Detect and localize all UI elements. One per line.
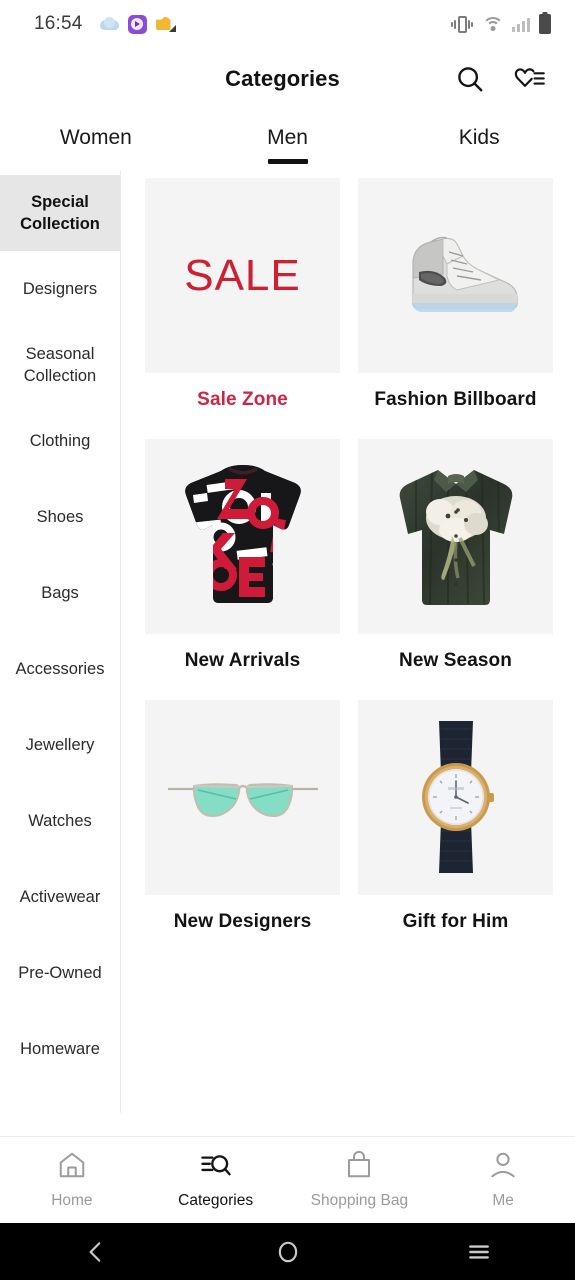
card-label-new-season: New Season — [399, 650, 512, 671]
mint-aviator-sunglasses — [145, 700, 340, 895]
sidebar-item-watches[interactable]: Watches — [0, 783, 120, 859]
sale-badge-text: SALE — [184, 250, 301, 300]
status-bar: 16:54 — [0, 0, 575, 48]
wifi-icon — [482, 16, 503, 32]
card-new-season[interactable]: New Season — [358, 439, 553, 692]
sale-text-tile: SALE — [145, 178, 340, 373]
card-label-gift-for-him: Gift for Him — [402, 911, 509, 932]
category-grid-area: SALE Sale Zone Fashion Billboard New Arr… — [121, 170, 575, 1113]
nav-item-me[interactable]: Me — [431, 1150, 575, 1210]
card-fashion-billboard[interactable]: Fashion Billboard — [358, 178, 553, 431]
card-gift-for-him[interactable]: Gift for Him — [358, 700, 553, 953]
grey-high-top-sneaker — [358, 178, 553, 373]
purple-app-icon — [127, 14, 147, 34]
nav-item-home[interactable]: Home — [0, 1150, 144, 1210]
status-bar-notification-icons — [99, 14, 176, 34]
sidebar-item-homeware[interactable]: Homeware — [0, 1011, 120, 1087]
nav-item-categories[interactable]: Categories — [144, 1150, 288, 1210]
gender-tabs: Women Men Kids — [0, 110, 575, 170]
nav-label-home: Home — [51, 1192, 93, 1209]
card-new-designers[interactable]: New Designers — [145, 700, 340, 953]
android-navigation-bar — [0, 1223, 575, 1280]
green-floral-shirt — [358, 439, 553, 634]
tab-kids[interactable]: Kids — [383, 126, 575, 154]
header-actions — [453, 62, 547, 96]
page-title: Categories — [225, 66, 340, 91]
status-bar-system-icons — [451, 14, 551, 34]
content-area: Special Collection Designers Seasonal Co… — [0, 170, 575, 1113]
status-bar-clock: 16:54 — [34, 13, 83, 34]
person-icon — [487, 1150, 519, 1185]
sidebar-item-designers[interactable]: Designers — [0, 251, 120, 327]
sidebar-item-jewellery[interactable]: Jewellery — [0, 707, 120, 783]
card-new-arrivals[interactable]: New Arrivals — [145, 439, 340, 692]
sidebar-item-pre-owned[interactable]: Pre-Owned — [0, 935, 120, 1011]
card-label-new-arrivals: New Arrivals — [184, 650, 301, 671]
signal-icon — [512, 17, 530, 32]
sidebar-item-clothing[interactable]: Clothing — [0, 403, 120, 479]
sidebar-item-bags[interactable]: Bags — [0, 555, 120, 631]
home-circle-icon[interactable] — [192, 1239, 384, 1265]
phone-screen: 16:54 Categories Women Men Kids Special … — [0, 0, 575, 1280]
categories-search-icon — [200, 1150, 232, 1185]
tab-women[interactable]: Women — [0, 126, 192, 154]
category-sidebar[interactable]: Special Collection Designers Seasonal Co… — [0, 170, 121, 1113]
tab-men[interactable]: Men — [192, 126, 384, 154]
card-label-sale-zone: Sale Zone — [197, 389, 288, 410]
nav-label-shopping-bag: Shopping Bag — [310, 1192, 409, 1209]
back-icon[interactable] — [0, 1239, 192, 1265]
bottom-navigation: Home Categories Shopping Bag Me — [0, 1136, 575, 1223]
sidebar-item-special-collection[interactable]: Special Collection — [0, 175, 120, 251]
home-icon — [56, 1150, 88, 1185]
card-label-fashion-billboard: Fashion Billboard — [374, 389, 537, 410]
nav-label-me: Me — [492, 1192, 514, 1209]
nav-label-categories: Categories — [178, 1192, 254, 1209]
sidebar-item-activewear[interactable]: Activewear — [0, 859, 120, 935]
card-sale-zone[interactable]: SALE Sale Zone — [145, 178, 340, 431]
vibrate-icon — [451, 15, 473, 33]
gold-folder-icon — [156, 16, 176, 32]
battery-icon — [539, 14, 551, 34]
sidebar-item-accessories[interactable]: Accessories — [0, 631, 120, 707]
black-red-logo-sweater — [145, 439, 340, 634]
gold-dress-watch — [358, 700, 553, 895]
category-grid: SALE Sale Zone Fashion Billboard New Arr… — [145, 178, 553, 953]
sidebar-item-shoes[interactable]: Shoes — [0, 479, 120, 555]
search-icon[interactable] — [453, 62, 487, 96]
cloud-icon — [99, 17, 119, 31]
sidebar-item-seasonal-collection[interactable]: Seasonal Collection — [0, 327, 120, 403]
app-header: Categories — [0, 48, 575, 110]
recents-menu-icon[interactable] — [383, 1239, 575, 1265]
wishlist-heart-icon[interactable] — [513, 62, 547, 96]
card-label-new-designers: New Designers — [173, 911, 312, 932]
nav-item-shopping-bag[interactable]: Shopping Bag — [288, 1150, 432, 1210]
shopping-bag-icon — [343, 1150, 375, 1185]
